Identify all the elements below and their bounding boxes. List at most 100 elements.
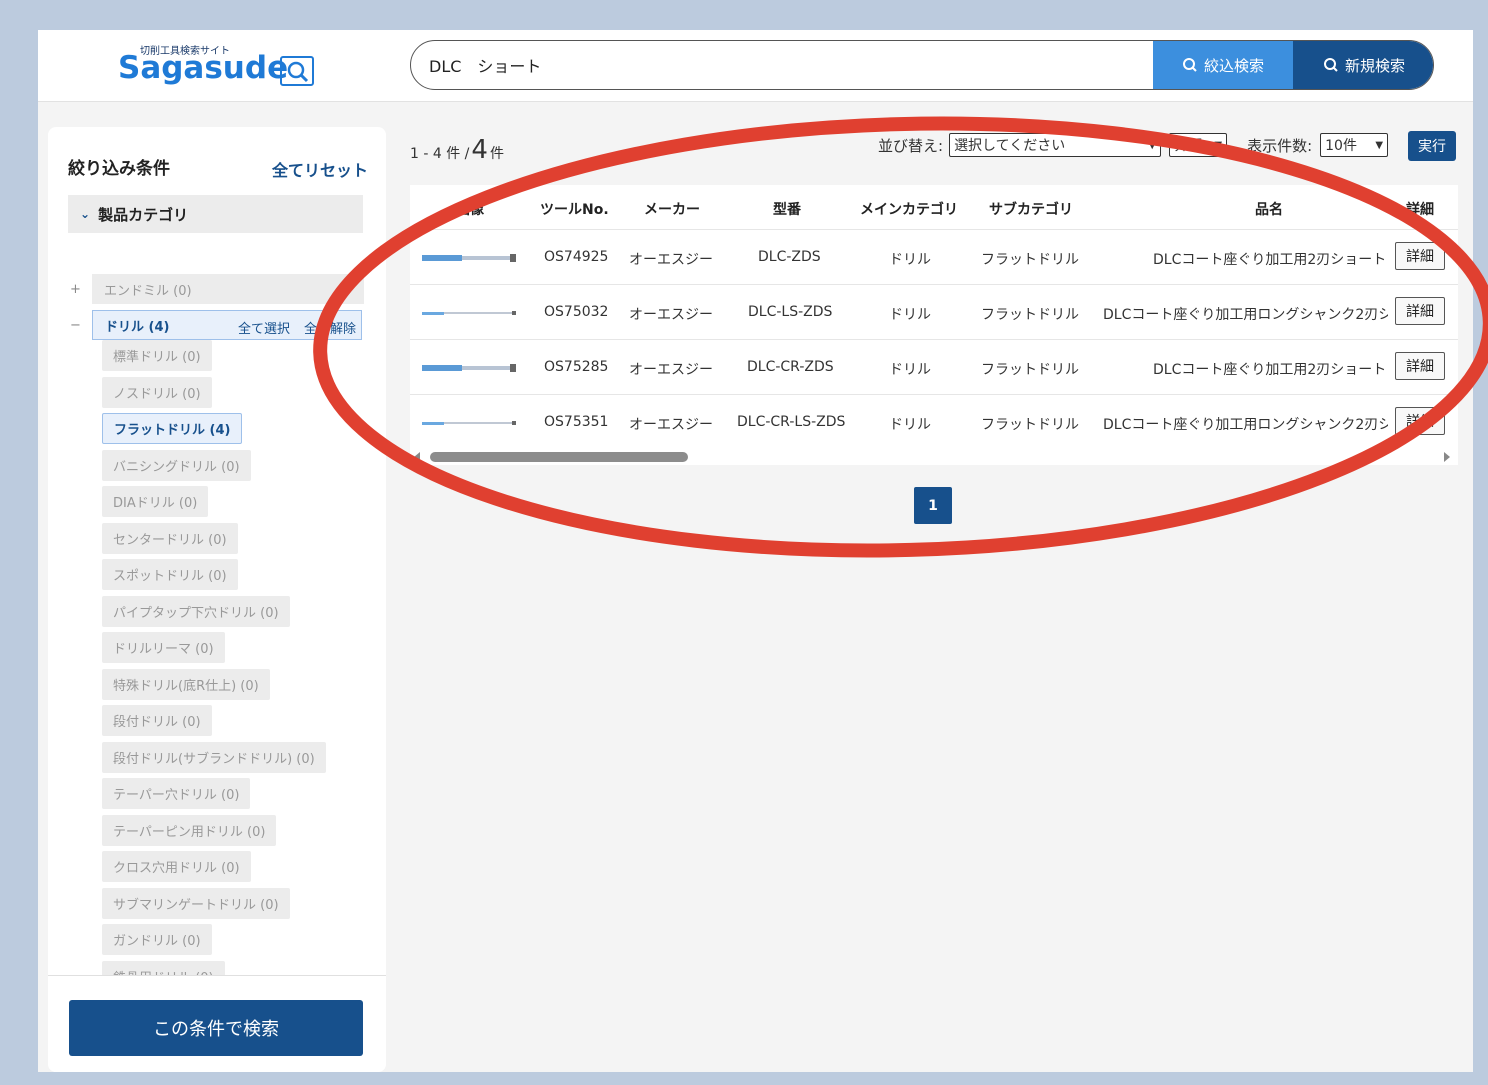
per-page-select[interactable]: 10件 ▼	[1320, 133, 1389, 157]
collapse-minus-icon[interactable]: −	[70, 318, 92, 333]
subcategory-chip[interactable]: サブマリンゲートドリル (0)	[102, 887, 290, 919]
per-page-label: 表示件数:	[1247, 136, 1313, 155]
detail-button[interactable]: 詳細	[1395, 407, 1445, 435]
reset-all-link[interactable]: 全てリセット	[272, 157, 368, 181]
scroll-right-arrow-icon[interactable]	[1444, 452, 1450, 462]
new-search-button[interactable]: 新規検索	[1293, 41, 1433, 89]
tool-image[interactable]	[422, 362, 517, 374]
sort-select-value: 選択してください	[954, 138, 1066, 154]
search-icon	[1323, 58, 1338, 72]
col-header-main-category: メインカテゴリ	[860, 202, 958, 218]
narrow-search-button[interactable]: 絞込検索	[1153, 41, 1293, 89]
cell-maker: オーエスジー	[629, 307, 713, 323]
tool-image[interactable]	[422, 252, 517, 264]
col-header-maker: メーカー	[644, 202, 700, 218]
scrollbar-thumb[interactable]	[430, 452, 688, 462]
cell-maker: オーエスジー	[629, 362, 713, 378]
cell-name: DLCコート座ぐり加工用ロングシャンク2刃ショ	[1103, 307, 1388, 323]
subcategory-chip[interactable]: ガンドリル (0)	[102, 924, 212, 955]
narrow-search-label: 絞込検索	[1203, 56, 1264, 75]
horizontal-scrollbar[interactable]	[410, 448, 1458, 465]
subcategory-chip[interactable]: バニシングドリル (0)	[102, 449, 251, 481]
cell-model: DLC-ZDS	[758, 249, 821, 265]
detail-button[interactable]: 詳細	[1395, 297, 1445, 325]
col-header-tool-no: ツールNo.	[540, 202, 609, 218]
detail-button[interactable]: 詳細	[1395, 242, 1445, 270]
subcategory-chip[interactable]: スポットドリル (0)	[102, 559, 238, 590]
sort-label: 並び替え:	[878, 136, 944, 155]
table-row: OS75351 オーエスジー DLC-CR-LS-ZDS ドリル フラットドリル…	[410, 394, 1458, 449]
header: 切削工具検索サイト Sagasude 絞込検索 新規検索	[38, 30, 1473, 102]
cell-name: DLCコート座ぐり加工用2刃ショート	[1153, 252, 1387, 268]
cell-main-category: ドリル	[889, 307, 931, 323]
cell-maker: オーエスジー	[629, 252, 713, 268]
detail-button[interactable]: 詳細	[1395, 352, 1445, 380]
search-with-conditions-button[interactable]: この条件で検索	[69, 1000, 363, 1056]
order-select[interactable]: 昇順 ▼	[1169, 133, 1228, 157]
site-logo[interactable]: 切削工具検索サイト Sagasude	[118, 42, 318, 90]
subcategory-chip[interactable]: テーパーピン用ドリル (0)	[102, 814, 277, 846]
app-window: 切削工具検索サイト Sagasude 絞込検索 新規検索 絞り込み条件 全てリセ…	[38, 30, 1473, 1072]
cell-name: DLCコート座ぐり加工用2刃ショート	[1153, 362, 1387, 378]
col-header-model: 型番	[773, 202, 801, 218]
search-bar: 絞込検索 新規検索	[410, 40, 1434, 90]
scroll-left-arrow-icon[interactable]	[414, 452, 420, 462]
chevron-down-icon: ⌄	[80, 207, 91, 221]
cell-tool-no: OS74925	[544, 249, 609, 265]
cell-model: DLC-CR-ZDS	[747, 359, 834, 375]
subcategory-chip[interactable]: クロス穴用ドリル (0)	[102, 851, 251, 882]
subcategory-chip[interactable]: ノスドリル (0)	[102, 376, 212, 408]
cell-tool-no: OS75285	[544, 359, 609, 375]
col-header-name: 品名	[1255, 202, 1283, 218]
subcategory-chip[interactable]: 段付ドリル (0)	[102, 705, 212, 736]
chevron-down-icon: ▼	[1148, 139, 1157, 151]
subcategory-chip[interactable]: テーパー穴ドリル (0)	[102, 778, 251, 809]
pagination-page-1[interactable]: 1	[914, 487, 952, 524]
subcategory-chip[interactable]: センタードリル (0)	[102, 522, 238, 554]
subcategory-chip[interactable]: 標準ドリル (0)	[102, 340, 212, 371]
subcategory-chip[interactable]: 段付ドリル(サブランドドリル) (0)	[102, 741, 326, 773]
cell-sub-category: フラットドリル	[981, 252, 1079, 268]
subcategory-chip[interactable]: DIAドリル (0)	[102, 486, 209, 517]
sort-controls: 並び替え: 選択してください ▼ 昇順 ▼ 表示件数: 10件 ▼	[878, 133, 1389, 157]
search-input[interactable]	[429, 41, 1149, 89]
category-endmill[interactable]: エンドミル (0)	[92, 274, 364, 304]
result-count: 1 - 4 件 / 4 件	[410, 135, 504, 165]
tool-image[interactable]	[422, 417, 517, 429]
col-header-image: 画像	[456, 202, 484, 218]
logo-text: Sagasude	[118, 50, 289, 86]
magnifier-logo-icon	[280, 56, 314, 86]
tool-image[interactable]	[422, 307, 517, 319]
new-search-label: 新規検索	[1344, 56, 1405, 75]
category-accordion-header[interactable]: ⌄ 製品カテゴリ	[68, 195, 363, 233]
subcategory-chip-active[interactable]: フラットドリル (4)	[102, 413, 243, 444]
sidebar-footer: この条件で検索	[48, 975, 386, 1072]
expand-plus-icon[interactable]: +	[70, 282, 92, 297]
col-header-sub-category: サブカテゴリ	[989, 202, 1073, 218]
subcategory-chip[interactable]: 特殊ドリル(底R仕上) (0)	[102, 668, 270, 700]
cell-maker: オーエスジー	[629, 417, 713, 433]
select-all-link[interactable]: 全て選択	[238, 318, 290, 337]
subcategory-chip[interactable]: ドリルリーマ (0)	[102, 632, 225, 663]
category-endmill-row: + エンドミル (0)	[70, 274, 364, 304]
count-suffix: 件	[489, 146, 504, 162]
sort-select[interactable]: 選択してください ▼	[949, 133, 1162, 157]
chevron-down-icon: ▼	[1214, 139, 1223, 151]
cell-main-category: ドリル	[889, 417, 931, 433]
count-total: 4	[471, 135, 488, 165]
table-row: OS75032 オーエスジー DLC-LS-ZDS ドリル フラットドリル DL…	[410, 284, 1458, 339]
filter-sidebar: 絞り込み条件 全てリセット ⌄ 製品カテゴリ + エンドミル (0) − ドリル…	[48, 127, 386, 1072]
cell-model: DLC-CR-LS-ZDS	[737, 414, 846, 430]
cell-sub-category: フラットドリル	[981, 417, 1079, 433]
table-row: OS75285 オーエスジー DLC-CR-ZDS ドリル フラットドリル DL…	[410, 339, 1458, 394]
cell-tool-no: OS75351	[544, 414, 609, 430]
deselect-all-link[interactable]: 全て解除	[304, 318, 356, 337]
cell-name: DLCコート座ぐり加工用ロングシャンク2刃ショ	[1103, 417, 1388, 433]
execute-button[interactable]: 実行	[1408, 131, 1456, 161]
subcategory-chip[interactable]: パイプタップ下穴ドリル (0)	[102, 595, 290, 627]
cell-sub-category: フラットドリル	[981, 362, 1079, 378]
selection-links: 全て選択 全て解除	[238, 318, 356, 337]
col-header-detail: 詳細	[1406, 202, 1434, 218]
filter-title: 絞り込み条件	[68, 159, 170, 179]
table-row: OS74925 オーエスジー DLC-ZDS ドリル フラットドリル DLCコー…	[410, 229, 1458, 284]
